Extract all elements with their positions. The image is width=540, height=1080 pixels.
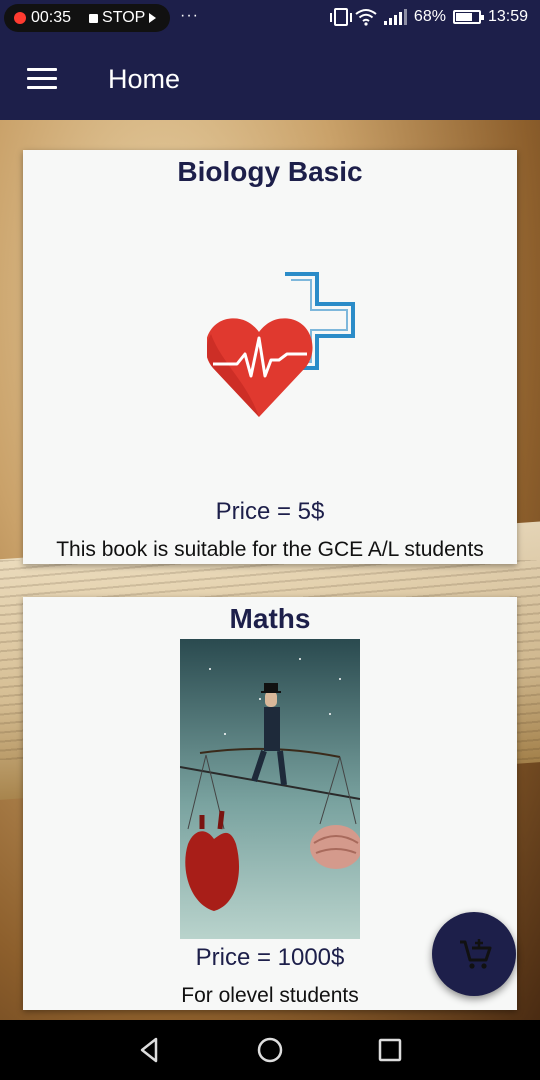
battery-percent: 68% [413, 8, 446, 25]
system-navigation-bar [0, 1020, 540, 1080]
battery-icon [452, 10, 484, 24]
vibrate-icon [329, 8, 352, 26]
book-title: Biology Basic [177, 156, 363, 187]
record-dot-icon [14, 12, 26, 24]
book-description: This book is suitable for the GCE A/L st… [56, 538, 484, 561]
status-bar: 00:35 STOP ··· 68% 13:59 [0, 0, 540, 38]
stop-label[interactable]: STOP [102, 9, 145, 27]
recent-apps-icon[interactable] [374, 1034, 406, 1066]
record-time: 00:35 [31, 9, 72, 26]
book-title: Maths [229, 603, 311, 634]
book-price: Price = 5$ [215, 498, 325, 525]
page-title: Home [108, 63, 181, 94]
wifi-icon [355, 9, 377, 26]
menu-icon[interactable] [27, 68, 57, 90]
back-icon[interactable] [134, 1034, 166, 1066]
recorder-arrow-icon [149, 13, 157, 23]
stop-icon [89, 13, 99, 23]
clock: 13:59 [487, 8, 528, 25]
more-notifications-icon: ··· [180, 7, 199, 24]
book-card[interactable]: Biology Basic Price = 5$ This book is su… [23, 150, 517, 564]
home-icon[interactable] [254, 1034, 286, 1066]
signal-icon [383, 9, 407, 25]
add-to-cart-button[interactable] [432, 912, 516, 996]
app-bar: Home [0, 38, 540, 120]
book-cover-image [180, 639, 360, 939]
status-icons: 68% 13:59 [329, 8, 528, 26]
heart-health-icon [207, 272, 355, 417]
screen-recorder-pill[interactable]: 00:35 STOP [4, 4, 170, 32]
add-to-cart-icon [460, 939, 492, 969]
